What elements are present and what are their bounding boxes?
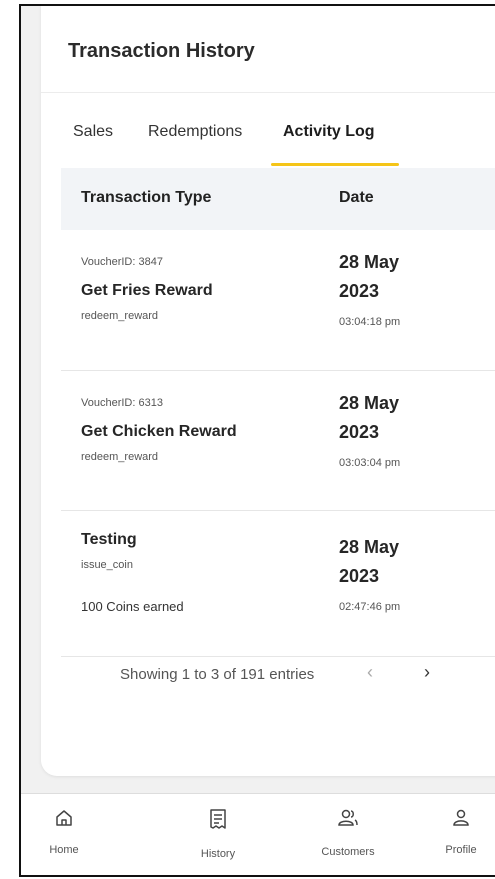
nav-history[interactable]: History bbox=[173, 794, 263, 875]
transaction-time: 03:04:18 pm bbox=[339, 316, 401, 328]
date-day: 28 May bbox=[339, 252, 400, 272]
tab-redemptions[interactable]: Redemptions bbox=[148, 123, 242, 141]
table-row[interactable]: VoucherID: 3847 Get Fries Reward redeem_… bbox=[61, 230, 495, 370]
transaction-type: redeem_reward bbox=[81, 310, 159, 322]
date-year: 2023 bbox=[339, 422, 380, 442]
table-row[interactable]: VoucherID: 6313 Get Chicken Reward redee… bbox=[61, 371, 495, 511]
receipt-icon bbox=[173, 808, 263, 832]
bottom-navigation: Home History Customers Profile bbox=[21, 793, 495, 875]
date-year: 2023 bbox=[339, 566, 380, 586]
voucher-id: VoucherID: 3847 bbox=[81, 256, 163, 268]
previous-page-button[interactable]: ‹ bbox=[367, 662, 373, 683]
table-row[interactable]: Testing issue_coin 100 Coins earned 28 M… bbox=[61, 511, 495, 656]
transaction-type: redeem_reward bbox=[81, 451, 159, 463]
tab-activity-log[interactable]: Activity Log bbox=[283, 123, 375, 141]
table-header: Transaction Type Date bbox=[61, 168, 495, 230]
next-page-button[interactable]: › bbox=[424, 662, 430, 683]
nav-customers[interactable]: Customers bbox=[303, 794, 393, 875]
nav-label-profile: Profile bbox=[445, 844, 477, 856]
user-icon bbox=[416, 808, 495, 832]
transaction-time: 03:03:04 pm bbox=[339, 457, 401, 469]
nav-label-customers: Customers bbox=[321, 846, 375, 858]
nav-label-history: History bbox=[200, 848, 236, 860]
users-icon bbox=[303, 808, 393, 832]
nav-label-home: Home bbox=[49, 844, 79, 856]
transaction-name: Get Fries Reward bbox=[81, 282, 213, 299]
transaction-note: 100 Coins earned bbox=[81, 599, 184, 614]
page-title: Transaction History bbox=[68, 40, 255, 62]
tab-sales[interactable]: Sales bbox=[73, 123, 113, 141]
nav-home[interactable]: Home bbox=[21, 794, 109, 875]
date-day: 28 May bbox=[339, 537, 400, 557]
transaction-time: 02:47:46 pm bbox=[339, 601, 401, 613]
home-icon bbox=[21, 808, 109, 832]
transaction-name: Get Chicken Reward bbox=[81, 423, 237, 440]
transaction-name: Testing bbox=[81, 531, 137, 548]
title-divider bbox=[41, 92, 495, 93]
nav-profile[interactable]: Profile bbox=[416, 794, 495, 875]
date-year: 2023 bbox=[339, 281, 380, 301]
app-frame: Transaction History Sales Redemptions Ac… bbox=[19, 4, 495, 877]
transaction-type: issue_coin bbox=[81, 559, 133, 571]
pagination-summary: Showing 1 to 3 of 191 entries bbox=[120, 666, 315, 683]
column-header-type: Transaction Type bbox=[81, 189, 212, 206]
date-day: 28 May bbox=[339, 393, 400, 413]
transaction-history-card: Transaction History Sales Redemptions Ac… bbox=[41, 6, 495, 776]
column-header-date: Date bbox=[339, 189, 374, 206]
row-divider bbox=[61, 656, 495, 657]
voucher-id: VoucherID: 6313 bbox=[81, 397, 163, 409]
active-tab-indicator bbox=[271, 163, 399, 166]
pagination: Showing 1 to 3 of 191 entries ‹ › bbox=[41, 660, 495, 690]
